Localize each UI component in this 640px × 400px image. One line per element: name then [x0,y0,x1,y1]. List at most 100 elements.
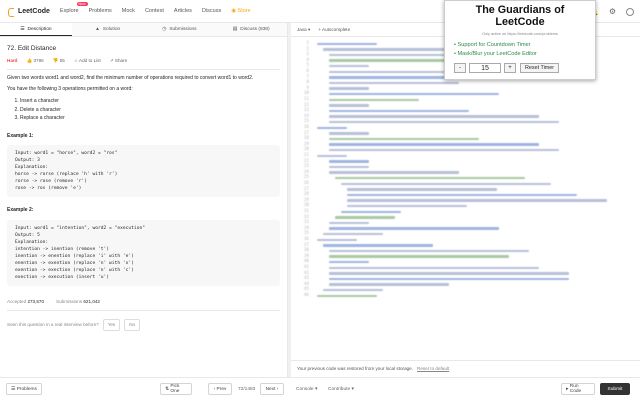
no-button[interactable]: No [124,319,141,331]
blurred-code-line [323,244,433,247]
blurred-code-line [335,216,395,219]
blurred-code-line [341,182,551,186]
chevron-down-icon: ▾ [308,26,311,32]
blurred-code-line [347,204,467,208]
problem-description: Given two words word1 and word2, find th… [7,75,254,92]
submit-button[interactable]: Submit [600,383,630,395]
nav-right: 🔔 ⚙ [589,0,640,23]
blurred-code-line [329,171,459,174]
page-indicator[interactable]: 72/1483 [238,387,255,392]
blurred-code-line [329,255,509,258]
blurred-code-line [329,92,499,96]
line-number: 46 [303,293,309,298]
console-toggle[interactable]: Console ▾ [296,387,317,392]
decrement-button[interactable]: - [454,63,466,73]
chevron-down-icon: ▾ [314,387,318,392]
problems-button[interactable]: ☰ Problems [6,383,42,395]
blurred-code-line [335,176,525,180]
timer-minutes-input[interactable]: 15 [469,63,501,73]
language-select[interactable]: Java ▾ [297,27,310,33]
blurred-code-line [329,120,559,124]
new-badge: New [76,2,88,6]
share-button[interactable]: ↗ Share [110,57,127,65]
timer-controls: - 15 + Reset Timer [454,63,589,73]
blurred-code-line [329,272,569,275]
nav-contest[interactable]: Contest [145,8,164,14]
chevron-right-icon: › [275,386,279,392]
solution-icon: ▲ [95,27,100,32]
blurred-code-line [329,221,369,225]
increment-button[interactable]: + [504,63,516,73]
blurred-code-line [317,42,377,46]
thumbs-down-icon: 👎 [52,57,59,63]
reset-timer-button[interactable]: Reset Timer [520,63,560,73]
tab-discuss[interactable]: ▤ Discuss (838) [215,23,287,36]
blurred-code-line [329,249,529,253]
nav-explore[interactable]: Explore New [60,2,88,14]
feature-item: • Support for Countdown Timer [454,42,531,48]
popup-title: The Guardians of LeetCode [475,4,565,28]
nav-problems[interactable]: Problems [89,8,112,14]
blurred-code-line [323,288,383,292]
nav-store[interactable]: ◉ Store [231,8,250,14]
guardians-extension-popup: The Guardians of LeetCode Only active on… [444,0,596,80]
description-icon: ☰ [20,26,25,32]
restore-notice: Your previous code was restored from you… [291,360,640,376]
add-to-list-button[interactable]: ☆ Add to List [74,57,101,65]
leetcode-logo-icon [7,7,15,17]
blurred-code-line [329,109,469,113]
example-2-block: Input: word1 = "intention", word2 = "exe… [7,219,280,286]
bottom-bar: ☰ Problems ⇅ Pick One ‹ Prev 72/1483 Nex… [0,377,640,400]
pick-one-button[interactable]: ⇅ Pick One [160,383,192,395]
blurred-code-line [329,283,449,286]
chevron-down-icon: ▾ [351,387,354,392]
example-1-block: Input: word1 = "horse", word2 = "ros" Ou… [7,145,280,197]
interview-question: Seen this question in a real interview b… [7,319,280,331]
leetcode-logo[interactable]: LeetCode [7,7,50,17]
yes-button[interactable]: Yes [102,319,121,331]
settings-icon[interactable]: ⚙ [609,7,616,16]
blurred-code-line [317,238,357,242]
example-2-title: Example 2: [7,207,34,213]
blurred-code-line [329,87,369,90]
blurred-code-line [329,81,459,85]
problem-meta: Hard 👍 3786 👎 55 ☆ Add to List ↗ Share [7,57,280,65]
dislike-button[interactable]: 👎 55 [53,57,65,65]
share-icon: ↗ [109,57,114,63]
operations-list: Insert a character Delete a character Re… [20,98,280,123]
blurred-code-line [329,148,559,152]
run-code-button[interactable]: ▸ Run Code [561,383,595,395]
tab-submissions[interactable]: ◷ Submissions [144,23,216,36]
next-button[interactable]: Next › [260,383,284,395]
blurred-code-line [329,115,539,118]
nav-articles[interactable]: Articles [174,8,192,14]
nav-discuss[interactable]: Discuss [202,8,221,14]
feature-item: • Mask/Blur your LeetCode Editor [454,51,537,57]
avatar[interactable] [626,7,634,16]
like-button[interactable]: 👍 3786 [26,57,43,65]
blurred-code-line [329,277,569,281]
tab-description[interactable]: ☰ Description [0,23,72,36]
nav-mock[interactable]: Mock [122,8,135,14]
blurred-code-line [329,143,539,146]
blurred-code-line [317,126,347,130]
blurred-code-line [341,210,401,214]
accepted-stat: Accepted 273,570 [7,298,45,304]
reset-to-default-link[interactable]: Reset to default [417,366,449,371]
blurred-code-line [329,260,369,264]
blurred-code-line [329,104,369,107]
list-item: Replace a character [20,115,280,123]
submissions-stat: Submissions 621,042 [56,298,100,304]
autocomplete-toggle[interactable]: + Autocomplete [318,27,350,32]
blurred-code-line [329,266,539,270]
code-editor-blurred[interactable]: 1 2 3 4 5 6 7 8 9 10 11 12 13 14 15 16 17 18 19 20 21 22 23 24 2… [291,37,640,379]
plus-icon: + [318,27,321,32]
prev-button[interactable]: ‹ Prev [208,383,232,395]
blurred-code-line [329,227,499,230]
discuss-icon: ▤ [232,27,238,32]
contribute-toggle[interactable]: Contribute ▾ [328,387,354,392]
blurred-code-line [329,137,479,141]
tab-solution[interactable]: ▲ Solution [72,23,144,36]
example-1-title: Example 1: [7,132,34,139]
list-item: Insert a character [20,98,280,106]
